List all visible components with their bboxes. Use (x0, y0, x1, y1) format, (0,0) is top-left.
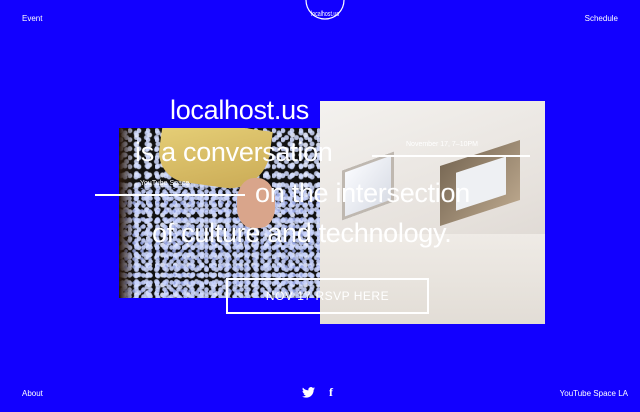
date-caption: November 17, 7–10PM (406, 141, 478, 148)
logo[interactable]: localhost.us (296, 0, 354, 30)
headline-line-3: on the intersection (255, 178, 470, 208)
nav-schedule-link[interactable]: Schedule (585, 14, 618, 23)
nav-event-link[interactable]: Event (22, 14, 42, 23)
twitter-icon[interactable] (301, 385, 315, 399)
headline-line-1: localhost.us (170, 95, 309, 125)
table-edge (119, 128, 135, 298)
facebook-icon[interactable]: f (324, 385, 338, 399)
nav-about-link[interactable]: About (22, 389, 43, 398)
rsvp-button[interactable]: NOV 17 RSVP HERE (226, 278, 429, 314)
logo-text: localhost.us (311, 11, 339, 18)
headline-line-4: of culture and technology. (152, 218, 452, 248)
venue-caption: YouTube Space (140, 180, 190, 187)
nav-location-link[interactable]: YouTube Space LA (560, 389, 628, 398)
headline-line-2: is a conversation (135, 137, 333, 167)
decorative-rule (372, 155, 530, 157)
decorative-rule (95, 194, 245, 196)
